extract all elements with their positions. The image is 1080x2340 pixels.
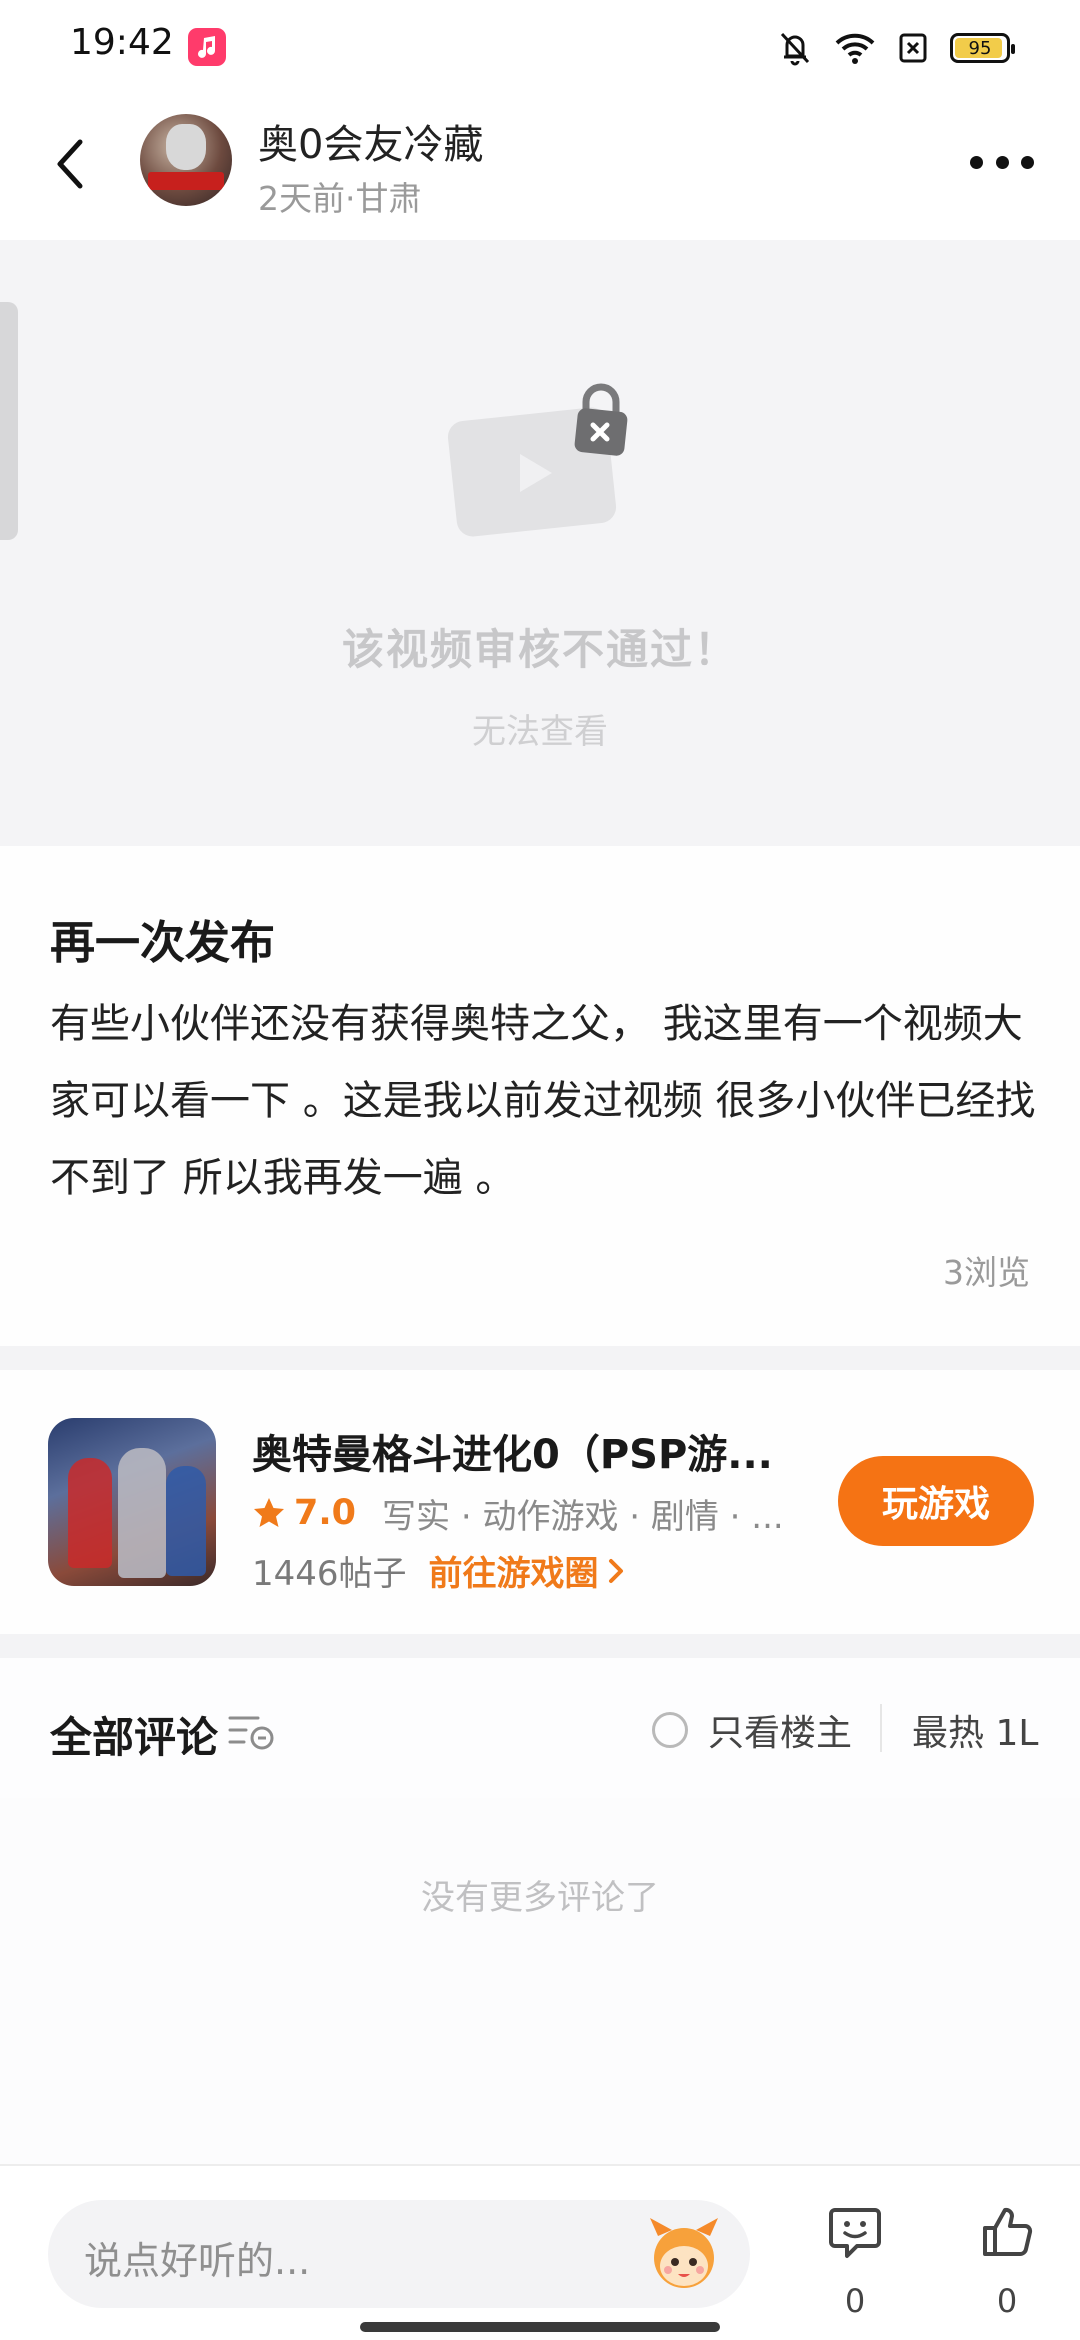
side-drag-handle[interactable] — [0, 302, 18, 540]
view-count: 3浏览 — [943, 1253, 1030, 1292]
only-host-radio[interactable] — [652, 1712, 688, 1748]
comment-input-placeholder: 说点好听的... — [84, 2239, 311, 2283]
only-host-label: 只看楼主 — [708, 1713, 853, 1754]
only-host-toggle[interactable]: 只看楼主 — [652, 1704, 852, 1756]
comment-input[interactable]: 说点好听的... — [48, 2200, 750, 2308]
post-header: 奥0会友冷藏 2天前·甘肃 — [0, 96, 1080, 240]
comment-filter-icon[interactable] — [228, 1712, 278, 1752]
game-title[interactable]: 奥特曼格斗进化0（PSP游... — [252, 1422, 772, 1480]
home-indicator[interactable] — [360, 2322, 720, 2332]
star-icon — [254, 1498, 284, 1527]
battery-level: 95 — [968, 37, 992, 59]
game-icon-figure — [118, 1448, 166, 1578]
sort-selector[interactable]: 最热 1L — [912, 1704, 1080, 1756]
wifi-icon — [835, 33, 875, 64]
blocked-subtitle: 无法查看 — [472, 712, 608, 752]
sim-off-icon — [899, 33, 927, 63]
like-button[interactable]: 0 — [972, 2204, 1042, 2324]
post-body: 有些小伙伴还没有获得奥特之父， 我这里有一个视频大家可以看一下 。这是我以前发过… — [50, 1001, 1036, 1201]
comments-title: 全部评论 — [50, 1713, 219, 1762]
chevron-left-icon — [57, 139, 83, 189]
more-dot — [1021, 155, 1034, 169]
mascot-emoji-icon[interactable] — [644, 2214, 724, 2294]
author-name[interactable]: 奥0会友冷藏 — [258, 112, 483, 170]
more-button[interactable] — [970, 152, 1034, 172]
game-icon-figure — [68, 1458, 112, 1568]
more-dot — [995, 155, 1009, 169]
battery-icon: 95 — [950, 33, 1015, 63]
back-button[interactable] — [46, 134, 96, 194]
post-meta: 2天前·甘肃 — [258, 179, 422, 218]
game-stats-row: 1446帖子 前往游戏圈 — [252, 1546, 625, 1595]
avatar[interactable] — [140, 114, 232, 206]
locked-video-icon — [447, 383, 628, 537]
avatar-figure — [166, 124, 206, 170]
status-bar: 19:42 95 — [0, 0, 1080, 96]
music-app-icon — [188, 28, 226, 66]
comments-header: 全部评论 只看楼主 最热 1L — [0, 1658, 1080, 1798]
comment-count: 0 — [844, 2282, 866, 2320]
thumbs-up-icon — [983, 2207, 1033, 2256]
game-icon-figure — [166, 1466, 206, 1576]
no-more-comments: 没有更多评论了 — [421, 1878, 659, 1918]
bottom-bar: 说点好听的... 0 0 — [0, 2164, 1080, 2340]
mute-bell-icon — [780, 32, 810, 66]
section-divider — [0, 1634, 1080, 1658]
blocked-title: 该视频审核不通过！ — [341, 625, 738, 674]
status-time: 19:42 — [70, 22, 174, 63]
go-game-circle-link[interactable]: 前往游戏圈 — [429, 1546, 625, 1595]
game-rating-row: 7.0 写实 · 动作游戏 · 剧情 · ... — [252, 1488, 782, 1538]
game-post-count: 1446帖子 — [252, 1554, 407, 1594]
section-divider — [0, 1346, 1080, 1370]
go-game-circle-label: 前往游戏圈 — [428, 1554, 599, 1594]
game-card[interactable]: 奥特曼格斗进化0（PSP游... 7.0 写实 · 动作游戏 · 剧情 · ..… — [0, 1370, 1080, 1634]
game-rating: 7.0 — [294, 1493, 357, 1533]
post-title: 再一次发布 — [50, 916, 276, 969]
like-count: 0 — [996, 2282, 1018, 2320]
more-dot — [970, 155, 983, 169]
post-content: 再一次发布 有些小伙伴还没有获得奥特之父， 我这里有一个视频大家可以看一下 。这… — [0, 846, 1080, 1346]
game-icon[interactable] — [48, 1418, 216, 1586]
comment-button[interactable]: 0 — [820, 2204, 890, 2324]
chevron-right-icon — [608, 1558, 623, 1583]
status-icons: 95 — [778, 28, 1015, 68]
avatar-band — [148, 172, 224, 190]
game-tags: 写实 · 动作游戏 · 剧情 · ... — [382, 1496, 783, 1537]
play-game-button[interactable]: 玩游戏 — [838, 1456, 1034, 1546]
video-player: 该视频审核不通过！ 无法查看 — [0, 240, 1080, 846]
separator — [880, 1704, 882, 1752]
comment-icon — [829, 2208, 881, 2258]
